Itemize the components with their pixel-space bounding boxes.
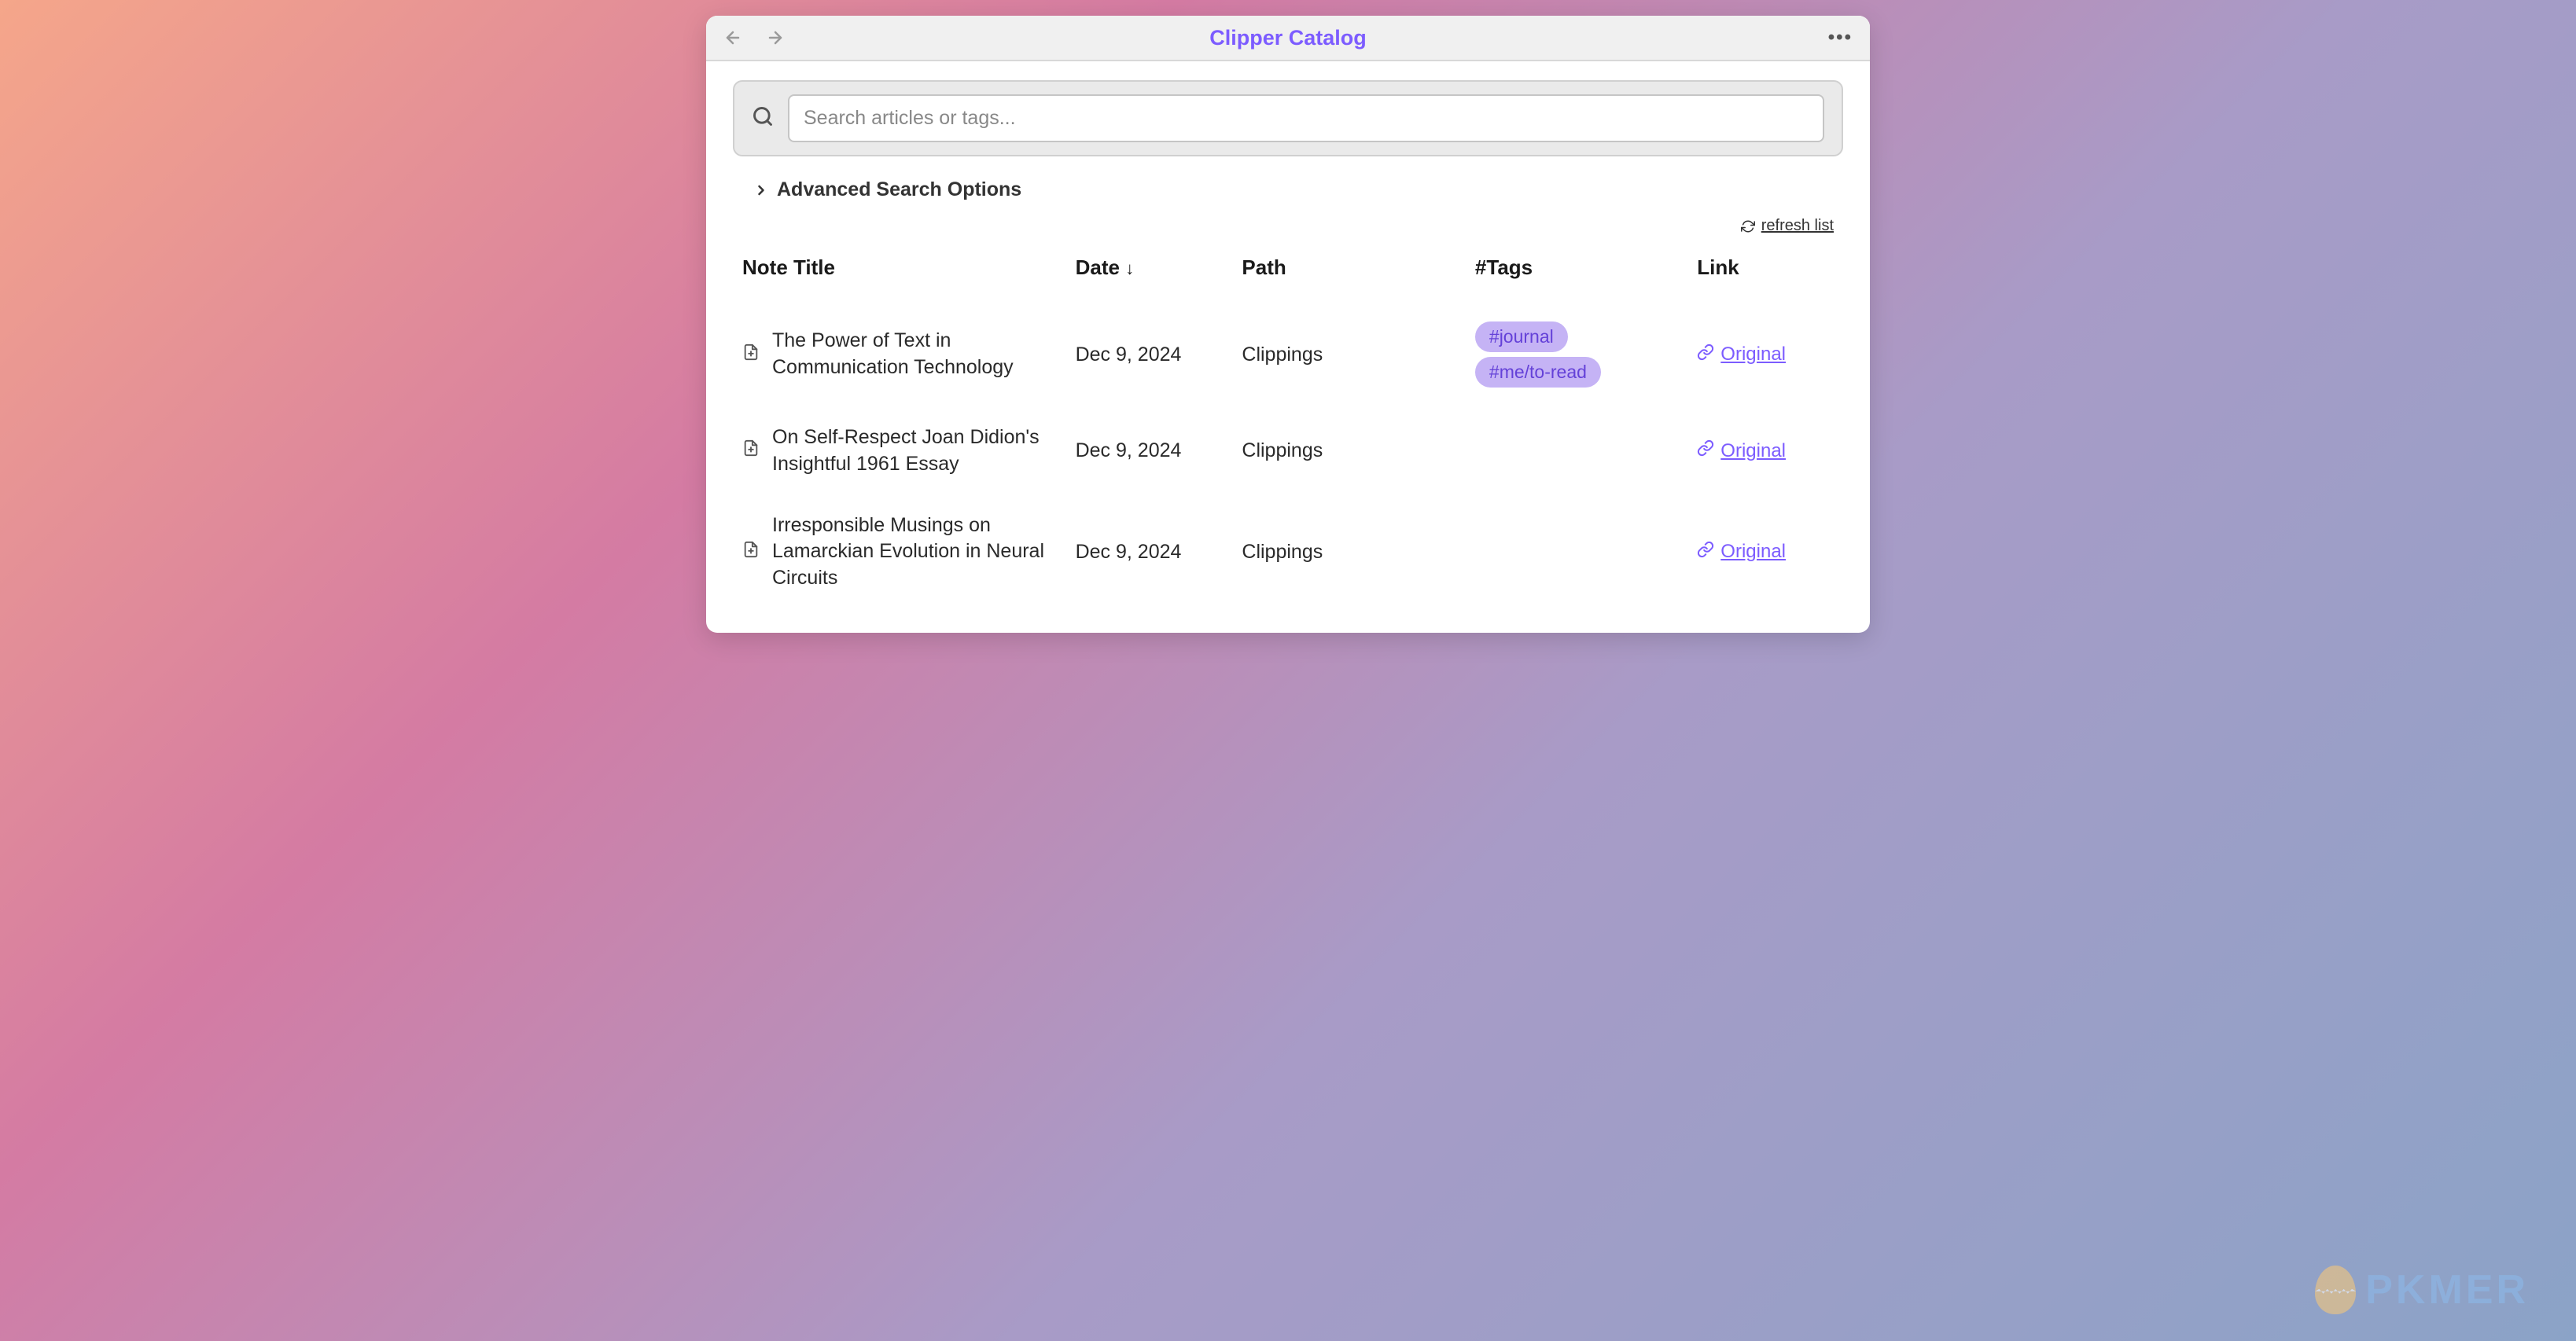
column-header-tags[interactable]: #Tags xyxy=(1466,243,1687,302)
chevron-right-icon xyxy=(753,182,769,198)
note-tags xyxy=(1466,407,1687,495)
note-path: Clippings xyxy=(1232,407,1466,495)
note-tags xyxy=(1466,495,1687,609)
note-tags: #journal #me/to-read xyxy=(1466,302,1687,407)
link-label: Original xyxy=(1720,440,1786,462)
back-button[interactable] xyxy=(723,28,742,47)
note-title-cell[interactable]: Irresponsible Musings on Lamarckian Evol… xyxy=(742,513,1057,592)
app-window: Clipper Catalog ••• Advanced Search Opti… xyxy=(706,16,1870,633)
note-date: Dec 9, 2024 xyxy=(1066,495,1233,609)
column-header-title[interactable]: Note Title xyxy=(733,243,1066,302)
watermark: PKMER xyxy=(2315,1266,2529,1314)
note-path: Clippings xyxy=(1232,302,1466,407)
note-title-text: The Power of Text in Communication Techn… xyxy=(772,328,1057,381)
column-header-path[interactable]: Path xyxy=(1232,243,1466,302)
note-path: Clippings xyxy=(1232,495,1466,609)
advanced-search-toggle[interactable]: Advanced Search Options xyxy=(753,178,1843,201)
more-menu-button[interactable]: ••• xyxy=(1828,27,1853,49)
table-row: The Power of Text in Communication Techn… xyxy=(733,302,1843,407)
note-title-text: On Self-Respect Joan Didion's Insightful… xyxy=(772,424,1057,478)
table-row: On Self-Respect Joan Didion's Insightful… xyxy=(733,407,1843,495)
content-body: Advanced Search Options refresh list Not… xyxy=(706,61,1870,633)
note-icon xyxy=(742,539,760,565)
clippings-table: Note Title Date ↓ Path #Tags Link The Po… xyxy=(733,243,1843,609)
refresh-row: refresh list xyxy=(733,217,1834,235)
link-icon xyxy=(1697,439,1714,462)
link-icon xyxy=(1697,344,1714,366)
note-title-text: Irresponsible Musings on Lamarckian Evol… xyxy=(772,513,1057,592)
link-icon xyxy=(1697,541,1714,564)
tag[interactable]: #me/to-read xyxy=(1475,357,1601,388)
egg-icon xyxy=(2315,1266,2356,1314)
sort-descending-icon: ↓ xyxy=(1125,259,1134,278)
note-title-cell[interactable]: The Power of Text in Communication Techn… xyxy=(742,328,1057,381)
advanced-search-label: Advanced Search Options xyxy=(777,178,1021,201)
original-link[interactable]: Original xyxy=(1697,439,1834,462)
arrow-right-icon xyxy=(766,28,785,47)
search-icon xyxy=(752,105,774,131)
note-icon xyxy=(742,438,760,464)
original-link[interactable]: Original xyxy=(1697,541,1834,564)
window-header: Clipper Catalog ••• xyxy=(706,16,1870,61)
column-header-link[interactable]: Link xyxy=(1687,243,1843,302)
note-title-cell[interactable]: On Self-Respect Joan Didion's Insightful… xyxy=(742,424,1057,478)
note-icon xyxy=(742,342,760,368)
arrow-left-icon xyxy=(723,28,742,47)
link-label: Original xyxy=(1720,541,1786,563)
refresh-label: refresh list xyxy=(1761,217,1834,235)
refresh-icon xyxy=(1741,219,1755,233)
tag[interactable]: #journal xyxy=(1475,321,1568,352)
forward-button[interactable] xyxy=(766,28,785,47)
refresh-button[interactable]: refresh list xyxy=(1741,217,1834,235)
search-input[interactable] xyxy=(788,94,1824,142)
note-date: Dec 9, 2024 xyxy=(1066,302,1233,407)
table-row: Irresponsible Musings on Lamarckian Evol… xyxy=(733,495,1843,609)
nav-arrows xyxy=(723,28,785,47)
column-header-date[interactable]: Date ↓ xyxy=(1066,243,1233,302)
original-link[interactable]: Original xyxy=(1697,344,1834,366)
link-label: Original xyxy=(1720,344,1786,366)
page-title: Clipper Catalog xyxy=(1209,26,1367,50)
search-bar xyxy=(733,80,1843,156)
note-date: Dec 9, 2024 xyxy=(1066,407,1233,495)
